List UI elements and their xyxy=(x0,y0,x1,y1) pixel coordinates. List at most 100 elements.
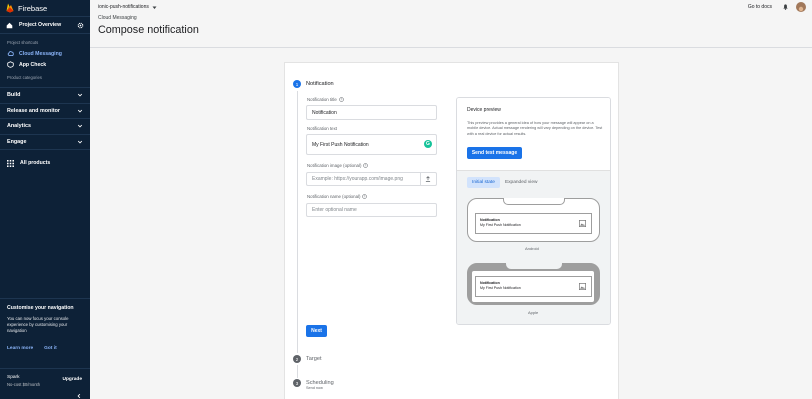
project-selector[interactable]: ionic-push-notifications xyxy=(98,4,157,10)
compose-card: 1 Notification Notification title ? Noti… xyxy=(284,62,619,399)
avatar[interactable] xyxy=(796,1,806,12)
app-check-icon xyxy=(7,61,14,68)
all-products-label: All products xyxy=(20,160,51,166)
apple-label: Apple xyxy=(528,310,539,315)
plan-panel: Spark No-cost $0/month Upgrade xyxy=(0,368,90,399)
chevron-down-icon xyxy=(77,140,83,144)
sidebar-category-release[interactable]: Release and monitor xyxy=(0,104,90,119)
category-label: Analytics xyxy=(7,123,31,130)
home-icon xyxy=(6,22,13,28)
brand-name: Firebase xyxy=(18,3,48,13)
step-number: 1 xyxy=(293,80,301,88)
shortcuts-heading: Project shortcuts xyxy=(7,40,39,45)
apple-notification: Notification My First Push Notification xyxy=(475,276,592,297)
promo-title: Customise your navigation xyxy=(7,305,74,311)
grammarly-icon[interactable]: G xyxy=(424,140,432,148)
image-placeholder: Example: https://yourapp.com/image.png xyxy=(312,176,403,182)
brand[interactable]: Firebase xyxy=(0,0,90,16)
step-label: Notification xyxy=(306,81,334,87)
bell-icon[interactable] xyxy=(782,3,789,10)
collapse-sidebar-icon[interactable] xyxy=(76,393,82,399)
notification-title: Notification xyxy=(480,218,500,222)
image-icon xyxy=(579,283,586,290)
step-connector xyxy=(297,365,298,378)
help-icon[interactable]: ? xyxy=(362,194,368,199)
sidebar-item-label: Cloud Messaging xyxy=(19,50,62,57)
project-name: ionic-push-notifications xyxy=(98,4,149,10)
step-number: 3 xyxy=(293,379,301,387)
notification-image-input[interactable]: Example: https://yourapp.com/image.png xyxy=(306,172,437,186)
help-icon[interactable]: ? xyxy=(339,97,344,102)
phone-notch xyxy=(505,263,562,269)
notification-title-input[interactable]: Notification xyxy=(306,105,437,120)
step-sublabel: Send now xyxy=(306,386,323,390)
sidebar-item-cloud-messaging[interactable]: Cloud Messaging xyxy=(0,48,90,59)
category-label: Release and monitor xyxy=(7,107,61,114)
preview-description: This preview provides a general idea of … xyxy=(467,121,603,136)
notification-title: Notification xyxy=(480,281,500,285)
got-it-link[interactable]: Got it xyxy=(44,346,57,351)
android-notification: Notification My First Push Notification xyxy=(475,213,592,234)
project-overview-label: Project Overview xyxy=(19,22,62,28)
upgrade-button[interactable]: Upgrade xyxy=(63,377,82,382)
notification-text-input[interactable]: My First Push Notification G xyxy=(306,134,437,155)
learn-more-link[interactable]: Learn more xyxy=(7,346,33,351)
preview-title: Device preview xyxy=(467,107,501,113)
image-label: Notification image (optional) ? xyxy=(307,163,369,168)
plan-cost: No-cost $0/month xyxy=(7,382,41,387)
sidebar: Firebase Project Overview Project shortc… xyxy=(0,0,90,399)
upload-button[interactable] xyxy=(420,173,434,185)
sidebar-category-engage[interactable]: Engage xyxy=(0,135,90,150)
help-icon[interactable]: ? xyxy=(363,163,369,168)
header: ionic-push-notifications Cloud Messaging… xyxy=(90,0,812,48)
upload-icon xyxy=(425,176,430,182)
notification-text: My First Push Notification xyxy=(480,286,521,290)
project-overview-item[interactable]: Project Overview xyxy=(0,16,90,34)
image-label-text: Notification image (optional) xyxy=(307,163,362,168)
phone-notch xyxy=(502,198,565,205)
breadcrumb[interactable]: Cloud Messaging xyxy=(98,15,137,21)
title-label-text: Notification title xyxy=(307,97,337,102)
chevron-down-icon xyxy=(77,125,83,128)
sidebar-item-label: App Check xyxy=(19,61,47,68)
sidebar-category-analytics[interactable]: Analytics xyxy=(0,119,90,135)
android-phone-mockup: Notification My First Push Notification xyxy=(467,198,600,242)
step-label: Target xyxy=(306,356,322,362)
firebase-logo-icon xyxy=(6,3,14,13)
text-label: Notification text xyxy=(307,126,338,131)
category-label: Engage xyxy=(7,138,27,145)
title-label: Notification title ? xyxy=(307,97,344,102)
chevron-down-icon xyxy=(77,109,83,113)
navigation-promo: Customise your navigation You can now fo… xyxy=(0,298,90,357)
cloud-messaging-icon xyxy=(7,50,14,57)
user-avatar-icon xyxy=(798,6,804,11)
all-products-item[interactable]: All products xyxy=(0,156,90,170)
device-preview: Device preview This preview provides a g… xyxy=(456,97,611,325)
page-title: Compose notification xyxy=(98,24,199,36)
notification-text: My First Push Notification xyxy=(480,223,521,227)
step-notification[interactable]: 1 Notification xyxy=(293,80,334,88)
sidebar-category-build[interactable]: Build xyxy=(0,88,90,104)
caret-down-icon xyxy=(152,6,157,9)
next-button[interactable]: Next xyxy=(306,325,327,337)
android-label: Android xyxy=(525,246,539,251)
tab-initial-state[interactable]: Initial state xyxy=(467,177,500,188)
send-test-message-button[interactable]: Send test message xyxy=(467,147,522,159)
notification-text-value: My First Push Notification xyxy=(312,141,369,148)
go-to-docs-link[interactable]: Go to docs xyxy=(748,4,772,10)
step-connector xyxy=(297,91,298,353)
categories-heading: Product categories xyxy=(7,75,42,80)
name-label: Notification name (optional) ? xyxy=(307,194,368,199)
step-target[interactable]: 2 Target xyxy=(293,355,322,363)
image-icon xyxy=(579,220,586,227)
tab-expanded-view[interactable]: Expanded view xyxy=(500,177,543,188)
preview-area: Initial state Expanded view Notification… xyxy=(457,171,610,324)
gear-icon[interactable] xyxy=(77,22,84,29)
chevron-down-icon xyxy=(77,94,83,97)
category-label: Build xyxy=(7,92,21,99)
sidebar-item-app-check[interactable]: App Check xyxy=(0,59,90,70)
promo-description: You can now focus your console experienc… xyxy=(7,316,69,333)
apple-phone-mockup: Notification My First Push Notification xyxy=(467,263,600,305)
notification-name-input[interactable]: Enter optional name xyxy=(306,203,437,217)
name-label-text: Notification name (optional) xyxy=(307,194,361,199)
